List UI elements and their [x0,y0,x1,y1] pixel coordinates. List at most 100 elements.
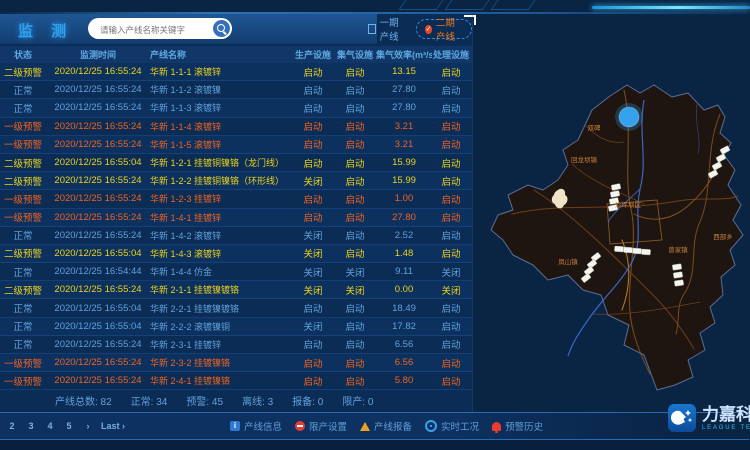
cell-name: 华新 1-1-5 滚镀锌 [150,138,292,151]
phase2-button[interactable]: ✓ 二期产线 [416,19,472,39]
cell-time: 2020/12/25 16:55:24 [46,339,150,350]
toolbar-button-warn[interactable]: 产线报备 [360,419,412,433]
table-row[interactable]: 二级预警2020/12/25 16:55:04华新 1-4-3 滚镀锌关闭启动1… [0,245,472,263]
cell-eff: 2.52 [376,230,432,241]
cell-time: 2020/12/25 16:55:24 [46,375,150,386]
toolbar-buttons: 产线信息限产设置产线报备实时工况预警历史 [230,413,543,439]
cell-status: 一级预警 [0,119,46,133]
page-button[interactable]: 4 [44,421,56,431]
page-button[interactable]: 2 [6,421,18,431]
cell-time: 2020/12/25 16:55:24 [46,212,150,223]
search-input[interactable] [98,21,210,38]
cell-proc: 启动 [432,246,470,260]
toolbar-button-bell[interactable]: 预警历史 [492,419,543,433]
cell-eff: 0.00 [376,284,432,295]
cell-gas: 启动 [334,319,376,333]
search-button[interactable] [213,20,230,37]
summary-item: 限产: 0 [342,393,373,408]
cell-time: 2020/12/25 16:55:24 [46,357,150,368]
factory-marker[interactable] [632,248,641,254]
table-row[interactable]: 一级预警2020/12/25 16:55:24华新 2-4-1 挂镀镍铬启动启动… [0,372,472,390]
cell-time: 2020/12/25 16:55:04 [46,248,150,259]
table-header: 状态监测时间产线名称生产设施集气设施集气效率(m³/s)处理设施 [0,46,472,63]
league-tech-logo-icon [668,404,696,432]
next-page-button[interactable]: › [82,421,94,431]
bottom-toolbar: 2345 › Last › 产线信息限产设置产线报备实时工况预警历史 [0,412,749,440]
cell-time: 2020/12/25 16:55:24 [46,230,150,241]
table-row[interactable]: 正常2020/12/25 16:55:24华新 1-1-3 滚镀锌启动启动27.… [0,99,472,117]
factory-marker[interactable] [673,272,683,279]
toolbar-button-info[interactable]: 产线信息 [230,419,282,433]
pagination: 2345 › Last › [6,413,125,439]
factory-marker[interactable] [674,280,684,287]
map-place-label: 双碑 [588,123,602,132]
table-row[interactable]: 一级预警2020/12/25 16:55:24华新 1-2-3 挂镀锌启动启动1… [0,190,472,208]
cell-proc: 关闭 [432,283,470,297]
cell-name: 华新 2-2-2 滚镀镍铜 [150,320,292,333]
table-row[interactable]: 一级预警2020/12/25 16:55:24华新 1-4-1 挂镀锌启动启动2… [0,209,472,227]
cell-proc: 启动 [432,192,470,206]
table-row[interactable]: 二级预警2020/12/25 16:55:24华新 2-1-1 挂镀镍镀铬关闭关… [0,281,472,299]
cell-proc: 启动 [432,319,470,333]
table-row[interactable]: 正常2020/12/25 16:55:24华新 2-3-1 挂镀锌启动启动6.5… [0,336,472,354]
cell-prod: 启动 [292,374,334,388]
cell-gas: 启动 [334,228,376,242]
cell-proc: 关闭 [432,265,470,279]
cell-gas: 启动 [334,210,376,224]
summary-item: 产线总数: 82 [55,393,112,408]
cell-eff: 1.00 [376,193,432,204]
cell-gas: 启动 [334,137,376,151]
top-deco-shape [398,0,443,10]
map-place-label: 回龙坝镇 [571,155,598,164]
page-button[interactable]: 3 [25,421,37,431]
last-page-button[interactable]: Last › [101,421,125,431]
factory-marker[interactable] [623,247,632,253]
table-row[interactable]: 一级预警2020/12/25 16:55:24华新 2-3-2 挂镀镍铬启动启动… [0,354,472,372]
cell-name: 华新 1-2-3 挂镀锌 [150,192,292,205]
top-deco-shape [490,0,535,10]
column-header: 集气设施 [334,48,376,61]
toolbar-button-ban[interactable]: 限产设置 [295,419,347,433]
cell-name: 华新 2-2-1 挂镀镍镀铬 [150,302,292,315]
table-row[interactable]: 正常2020/12/25 16:54:44华新 1-4-4 仿金关闭关闭9.11… [0,263,472,281]
cell-time: 2020/12/25 16:55:24 [46,175,150,186]
column-header: 状态 [0,48,46,61]
alarm-marker[interactable] [615,103,643,131]
table-row[interactable]: 正常2020/12/25 16:55:04华新 2-2-1 挂镀镍镀铬启动启动1… [0,299,472,317]
cell-status: 一级预警 [0,374,46,388]
table-row[interactable]: 二级预警2020/12/25 16:55:04华新 1-2-1 挂镀铜镍铬（龙门… [0,154,472,172]
cell-eff: 27.80 [376,212,432,223]
column-header: 产线名称 [150,48,292,61]
cell-eff: 15.99 [376,157,432,168]
search-box [88,18,232,39]
phase1-checkbox[interactable]: 一期产线 [368,15,406,43]
table-body: 二级预警2020/12/25 16:55:24华新 1-1-1 滚镀锌启动启动1… [0,63,472,391]
cell-status: 正常 [0,228,46,242]
table-row[interactable]: 一级预警2020/12/25 16:55:24华新 1-1-5 滚镀锌启动启动3… [0,136,472,154]
cell-eff: 5.80 [376,375,432,386]
checkbox-icon [368,24,376,34]
cell-gas: 启动 [334,246,376,260]
table-row[interactable]: 二级预警2020/12/25 16:55:24华新 1-2-2 挂镀铜镍铬（环形… [0,172,472,190]
column-header: 集气效率(m³/s) [376,48,432,61]
cell-gas: 启动 [334,356,376,370]
factory-marker[interactable] [641,249,650,255]
cell-gas: 启动 [334,101,376,115]
table-row[interactable]: 正常2020/12/25 16:55:24华新 1-1-2 滚镀镍启动启动27.… [0,81,472,99]
factory-marker[interactable] [672,264,682,271]
toolbar-button-gauge[interactable]: 实时工况 [425,419,479,433]
factory-marker[interactable] [614,246,623,252]
bell-icon [492,422,501,431]
top-cyan-accent-line [592,6,750,9]
cell-proc: 启动 [432,356,470,370]
table-row[interactable]: 二级预警2020/12/25 16:55:24华新 1-1-1 滚镀锌启动启动1… [0,63,472,81]
page-button[interactable]: 5 [63,421,75,431]
summary-item: 预警: 45 [186,393,223,408]
cell-proc: 启动 [432,228,470,242]
table-row[interactable]: 一级预警2020/12/25 16:55:24华新 1-1-4 滚镀锌启动启动3… [0,118,472,136]
table-row[interactable]: 正常2020/12/25 16:55:24华新 1-4-2 滚镀锌关闭启动2.5… [0,227,472,245]
cell-status: 二级预警 [0,283,46,297]
table-row[interactable]: 正常2020/12/25 16:55:04华新 2-2-2 滚镀镍铜关闭启动17… [0,318,472,336]
cell-name: 华新 2-3-1 挂镀锌 [150,338,292,351]
cell-proc: 启动 [432,65,470,79]
